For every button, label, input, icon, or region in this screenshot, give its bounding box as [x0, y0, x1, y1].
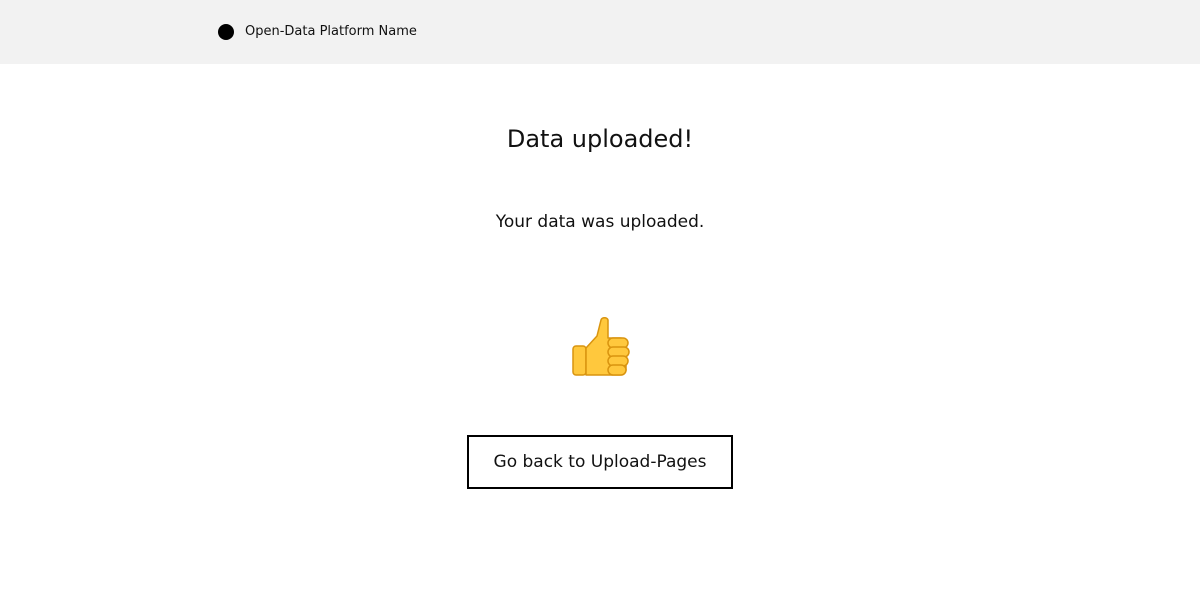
- thumbs-up-icon: [572, 317, 630, 376]
- back-to-upload-pages-button[interactable]: Go back to Upload-Pages: [467, 435, 733, 489]
- logo-dot-icon: [218, 24, 234, 40]
- page-title: Data uploaded!: [506, 125, 694, 153]
- upload-confirmation-message: Your data was uploaded.: [495, 212, 705, 232]
- platform-name: Open-Data Platform Name: [245, 24, 417, 39]
- main-content: Data uploaded! Your data was uploaded. G…: [0, 64, 1200, 600]
- brand[interactable]: Open-Data Platform Name: [218, 23, 417, 41]
- top-header: Open-Data Platform Name: [0, 0, 1200, 64]
